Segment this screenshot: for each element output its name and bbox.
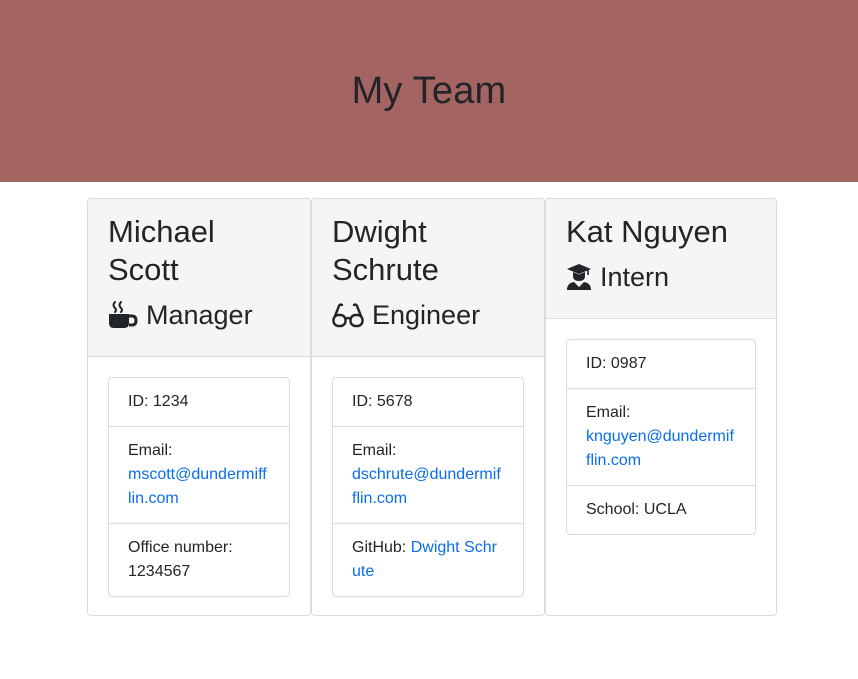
info-list: ID: 0987 Email: knguyen@dundermifflin.co…: [566, 339, 756, 535]
email-link[interactable]: dschrute@dundermifflin.com: [352, 466, 501, 507]
role-label: Engineer: [372, 300, 481, 330]
email-item: Email: dschrute@dundermifflin.com: [333, 426, 523, 523]
email-label: Email:: [586, 404, 631, 421]
employee-name: Michael Scott: [108, 214, 215, 287]
role-label: Manager: [146, 300, 253, 330]
employee-role: Engineer: [332, 298, 524, 332]
employee-card-engineer: Dwight Schrute Engineer ID: 5678 Email: …: [311, 198, 545, 616]
graduate-icon: [567, 264, 591, 290]
email-item: Email: knguyen@dundermifflin.com: [567, 388, 755, 485]
coffee-mug-icon: [109, 301, 138, 328]
card-header: Kat Nguyen Intern: [546, 199, 776, 319]
employee-role: Manager: [108, 298, 290, 332]
email-label: Email:: [128, 442, 173, 459]
email-label: Email:: [352, 442, 397, 459]
card-body: ID: 1234 Email: mscott@dundermifflin.com…: [88, 357, 310, 615]
employee-name: Dwight Schrute: [332, 214, 439, 287]
glasses-icon: [332, 303, 364, 328]
employee-role: Intern: [566, 260, 756, 294]
team-container: Michael Scott Manager ID: 1234 Email: ms…: [0, 182, 858, 679]
office-number-value: 1234567: [128, 563, 191, 580]
employee-name: Kat Nguyen: [566, 214, 728, 249]
info-list: ID: 5678 Email: dschrute@dundermifflin.c…: [332, 377, 524, 597]
github-item: GitHub: Dwight Schrute: [333, 523, 523, 596]
page-title: My Team: [351, 69, 507, 112]
role-label: Intern: [600, 262, 670, 292]
school-item: School: UCLA: [567, 485, 755, 534]
card-header: Michael Scott Manager: [88, 199, 310, 357]
card-body: ID: 5678 Email: dschrute@dundermifflin.c…: [312, 357, 544, 615]
id-item: ID: 0987: [586, 355, 647, 372]
school-label: School:: [586, 501, 640, 518]
card-body: ID: 0987 Email: knguyen@dundermifflin.co…: [546, 319, 776, 555]
id-item: ID: 1234: [128, 393, 189, 410]
email-link[interactable]: mscott@dundermifflin.com: [128, 466, 267, 507]
employee-card-intern: Kat Nguyen Intern ID: 0987 Email: knguye…: [545, 198, 777, 616]
info-list: ID: 1234 Email: mscott@dundermifflin.com…: [108, 377, 290, 597]
card-header: Dwight Schrute Engineer: [312, 199, 544, 357]
page-banner: My Team: [0, 0, 858, 182]
employee-card-manager: Michael Scott Manager ID: 1234 Email: ms…: [87, 198, 311, 616]
email-link[interactable]: knguyen@dundermifflin.com: [586, 428, 734, 469]
id-item: ID: 5678: [352, 393, 413, 410]
office-number-label: Office number:: [128, 539, 233, 556]
school-value: UCLA: [643, 501, 687, 518]
office-number-item: Office number: 1234567: [109, 523, 289, 596]
github-label: GitHub:: [352, 539, 407, 556]
email-item: Email: mscott@dundermifflin.com: [109, 426, 289, 523]
